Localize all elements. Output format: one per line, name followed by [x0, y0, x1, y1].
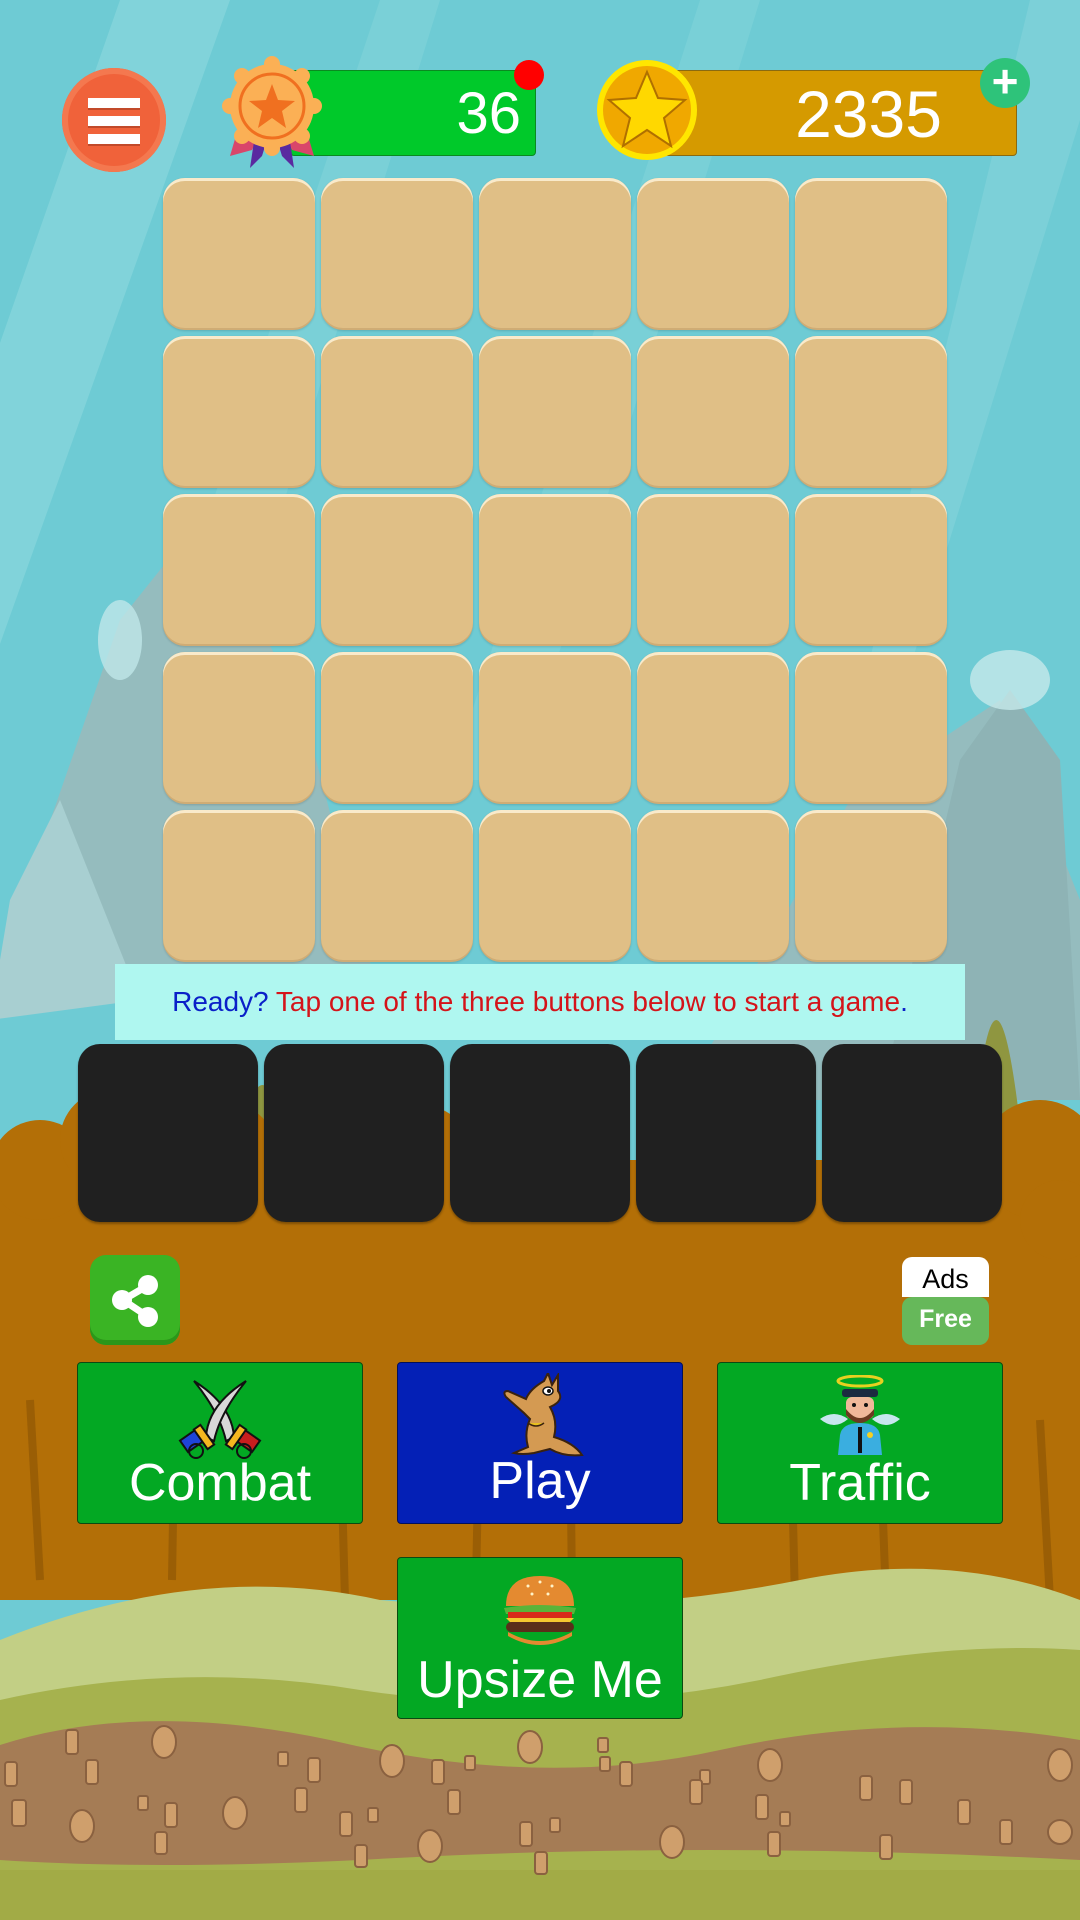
- coin-counter: 2335: [660, 70, 1017, 156]
- memory-tile[interactable]: [479, 336, 631, 488]
- memory-tile[interactable]: [479, 494, 631, 646]
- ads-label: Ads: [902, 1257, 989, 1297]
- memory-tile[interactable]: [321, 652, 473, 804]
- hamburger-food-icon: [504, 1576, 576, 1645]
- ads-free-button[interactable]: Ads Free: [902, 1257, 989, 1345]
- medal-counter[interactable]: 36: [290, 70, 536, 156]
- share-icon: [112, 1275, 158, 1327]
- memory-tile[interactable]: [479, 810, 631, 962]
- memory-tile[interactable]: [163, 336, 315, 488]
- memory-tile[interactable]: [795, 336, 947, 488]
- memory-tile[interactable]: [795, 494, 947, 646]
- crossed-swords-icon: [178, 1380, 262, 1459]
- memory-tile[interactable]: [321, 336, 473, 488]
- memory-tile[interactable]: [637, 336, 789, 488]
- memory-tile[interactable]: [795, 178, 947, 330]
- free-label: Free: [902, 1297, 989, 1345]
- memory-tile[interactable]: [163, 178, 315, 330]
- memory-tile[interactable]: [795, 652, 947, 804]
- add-coins-button[interactable]: +: [980, 58, 1030, 108]
- card-slot[interactable]: [78, 1044, 258, 1222]
- share-button[interactable]: [90, 1255, 180, 1345]
- memory-tile[interactable]: [321, 494, 473, 646]
- memory-tile[interactable]: [321, 178, 473, 330]
- plus-icon: +: [991, 55, 1019, 107]
- combat-label: Combat: [128, 1454, 312, 1512]
- status-message: Ready? Tap one of the three buttons belo…: [115, 964, 965, 1040]
- menu-button[interactable]: [62, 68, 166, 172]
- memory-tile[interactable]: [163, 810, 315, 962]
- play-label: Play: [489, 1452, 591, 1510]
- notification-dot: [514, 60, 544, 90]
- memory-tile[interactable]: [637, 494, 789, 646]
- memory-tile[interactable]: [163, 652, 315, 804]
- message-body: Tap one of the three buttons below to st…: [275, 986, 901, 1017]
- message-prefix: Ready?: [172, 986, 269, 1017]
- traffic-label: Traffic: [789, 1454, 931, 1512]
- card-slot[interactable]: [822, 1044, 1002, 1222]
- angel-police-icon: [820, 1375, 900, 1455]
- upsize-me-label: Upsize Me: [417, 1651, 663, 1709]
- memory-tile[interactable]: [163, 494, 315, 646]
- star-coin-icon: [597, 60, 697, 160]
- combat-button[interactable]: Combat: [77, 1362, 363, 1524]
- memory-tile[interactable]: [795, 810, 947, 962]
- card-slot[interactable]: [636, 1044, 816, 1222]
- memory-tile[interactable]: [637, 652, 789, 804]
- message-suffix: .: [900, 986, 908, 1017]
- card-slot[interactable]: [450, 1044, 630, 1222]
- memory-tile[interactable]: [637, 810, 789, 962]
- card-slot[interactable]: [264, 1044, 444, 1222]
- memory-tile[interactable]: [637, 178, 789, 330]
- medal-icon: [222, 56, 322, 168]
- play-button[interactable]: Play: [397, 1362, 683, 1524]
- traffic-button[interactable]: Traffic: [717, 1362, 1003, 1524]
- memory-tile[interactable]: [479, 178, 631, 330]
- memory-tile[interactable]: [479, 652, 631, 804]
- upsize-me-button[interactable]: Upsize Me: [397, 1557, 683, 1719]
- memory-tile[interactable]: [321, 810, 473, 962]
- kangaroo-icon: [503, 1373, 584, 1457]
- medal-count: 36: [456, 81, 521, 146]
- coin-count: 2335: [795, 77, 942, 151]
